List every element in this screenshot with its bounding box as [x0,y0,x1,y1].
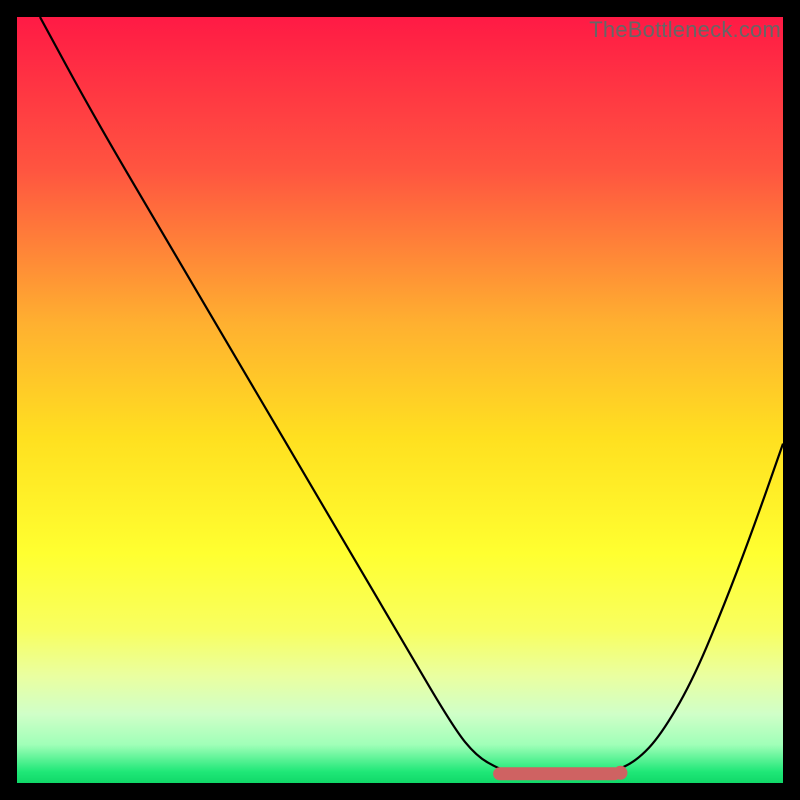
chart-svg [17,17,783,783]
chart-frame: TheBottleneck.com [0,0,800,800]
watermark-text: TheBottleneck.com [589,17,781,43]
flat-segment-marker [500,766,628,780]
plot-area: TheBottleneck.com [17,17,783,783]
gradient-background [17,17,783,783]
